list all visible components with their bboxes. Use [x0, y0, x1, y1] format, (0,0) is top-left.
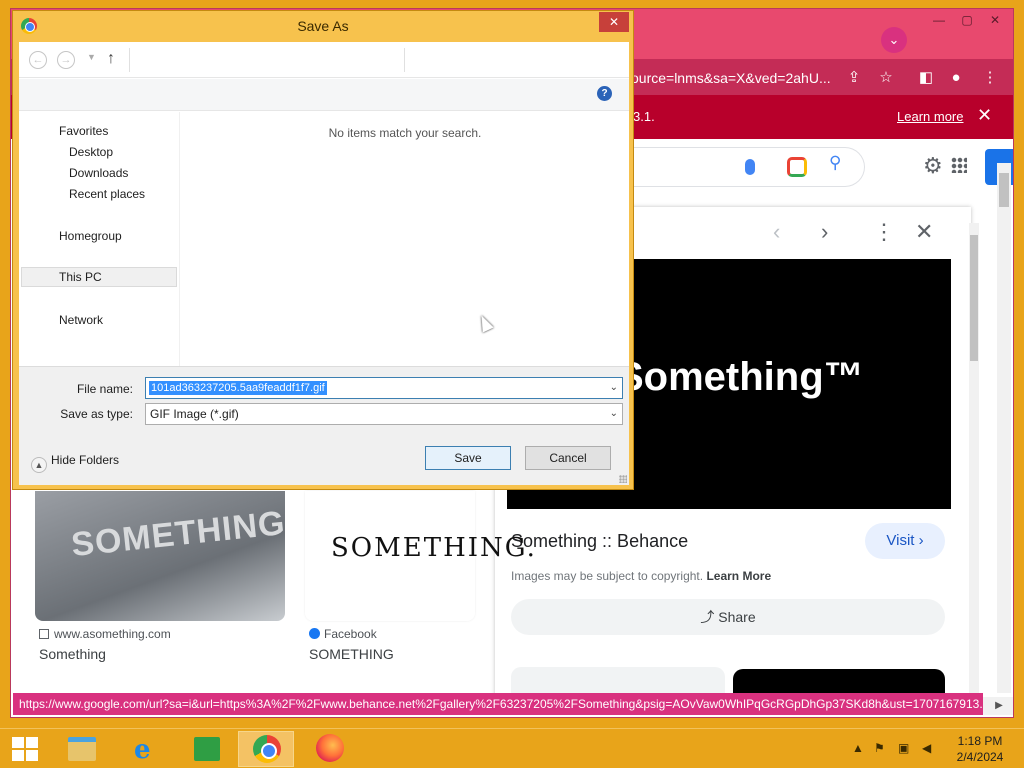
copyright-notice: Images may be subject to copyright. Lear… — [511, 569, 772, 583]
nav-favorites[interactable]: Favorites — [59, 124, 108, 138]
help-icon[interactable]: ? — [597, 86, 612, 101]
result-image[interactable]: SOMETHING — [35, 491, 285, 621]
taskbar: e ▲ ⚑ ▣ ◀ 1:18 PM 2/4/2024 — [0, 728, 1024, 768]
clock-date: 2/4/2024 — [956, 750, 1004, 764]
command-bar: ? — [19, 79, 629, 111]
result-title[interactable]: Something — [39, 646, 106, 662]
address-bar[interactable] — [129, 48, 405, 72]
more-options-icon[interactable]: ⋮ — [873, 219, 895, 245]
share-page-icon[interactable]: ⇪ — [843, 67, 865, 89]
back-icon[interactable]: ← — [29, 51, 47, 69]
network-icon[interactable]: ▣ — [898, 741, 909, 755]
horizontal-scroll-arrow[interactable]: ▶ — [983, 697, 1013, 715]
start-button[interactable] — [12, 737, 38, 761]
lens-icon[interactable] — [787, 157, 807, 177]
result-image[interactable]: SOMETHING. — [305, 491, 535, 621]
nav-network[interactable]: Network — [59, 313, 103, 327]
profile-menu-icon[interactable]: ⌄ — [881, 27, 907, 53]
search-icon[interactable]: ⚲ — [829, 153, 841, 173]
up-arrow-icon[interactable]: ↑ — [107, 50, 115, 68]
save-as-dialog: Save As ✕ ← → ▼ ↑ ? Favorites Desktop Do… — [12, 10, 634, 490]
flag-icon[interactable]: ⚑ — [874, 741, 885, 755]
maximize-button[interactable]: ▢ — [953, 11, 981, 29]
share-button[interactable]: ⤴ Share — [511, 599, 945, 635]
dialog-title: Save As — [297, 18, 349, 34]
clock-time: 1:18 PM — [957, 734, 1003, 748]
dialog-close-button[interactable]: ✕ — [599, 12, 629, 32]
side-panel-icon[interactable]: ◧ — [915, 67, 937, 89]
chevron-down-icon[interactable]: ⌄ — [610, 408, 618, 419]
apps-grid-icon[interactable] — [951, 157, 967, 173]
page-scrollbar[interactable] — [997, 163, 1011, 693]
save-button[interactable]: Save — [425, 446, 511, 470]
bookmark-star-icon[interactable]: ☆ — [875, 67, 897, 89]
save-type-label: Save as type: — [60, 407, 133, 421]
show-hidden-icons-icon[interactable]: ▲ — [852, 741, 864, 755]
file-name-input[interactable]: 101ad363237205.5aa9feaddf1f7.gif ⌄ — [145, 377, 623, 399]
nav-recent-places[interactable]: Recent places — [69, 187, 145, 201]
learn-more-link[interactable]: Learn More — [706, 569, 771, 583]
dialog-navigation-bar: ← → ▼ ↑ — [19, 42, 629, 78]
omnibox[interactable]: ource=lnms&sa=X&ved=2ahU... — [631, 65, 871, 91]
banner-text: 3.1. — [633, 109, 655, 124]
store-icon[interactable] — [178, 731, 234, 767]
file-name-value: 101ad363237205.5aa9feaddf1f7.gif — [149, 381, 327, 395]
hide-folders-button[interactable]: ▲ Hide Folders — [31, 453, 119, 473]
nav-desktop[interactable]: Desktop — [69, 145, 113, 159]
gear-icon[interactable]: ⚙ — [923, 153, 943, 179]
close-window-button[interactable]: ✕ — [981, 11, 1009, 29]
chrome-taskbar-icon[interactable] — [238, 731, 294, 767]
learn-more-link[interactable]: Learn more — [897, 109, 963, 124]
nav-downloads[interactable]: Downloads — [69, 166, 128, 180]
site-icon — [39, 629, 49, 639]
previous-icon[interactable]: ‹ — [773, 219, 780, 245]
close-icon[interactable]: ✕ — [915, 219, 933, 245]
preview-title[interactable]: Something :: Behance — [511, 531, 688, 552]
facebook-icon — [309, 628, 320, 639]
chevron-down-icon[interactable]: ⌄ — [610, 382, 618, 393]
minimize-button[interactable]: — — [925, 11, 953, 29]
file-name-label: File name: — [76, 382, 133, 396]
save-type-select[interactable]: GIF Image (*.gif) ⌄ — [145, 403, 623, 425]
navigation-pane: Favorites Desktop Downloads Recent place… — [19, 112, 179, 366]
preview-scrollbar[interactable] — [969, 223, 979, 703]
menu-icon[interactable]: ⋮ — [979, 67, 1001, 89]
nav-homegroup[interactable]: Homegroup — [59, 229, 122, 243]
next-icon[interactable]: › — [821, 219, 828, 245]
result-source[interactable]: www.asomething.com — [39, 627, 171, 641]
visit-button[interactable]: Visit › — [865, 523, 945, 559]
dialog-body: ← → ▼ ↑ ? Favorites Desktop Downloads Re… — [19, 42, 629, 485]
chevron-up-icon: ▲ — [31, 457, 47, 473]
recent-locations-icon[interactable]: ▼ — [87, 52, 96, 62]
file-list[interactable]: No items match your search. — [179, 112, 629, 366]
volume-icon[interactable]: ◀ — [922, 741, 931, 755]
file-explorer-icon[interactable] — [52, 731, 108, 767]
empty-message: No items match your search. — [328, 126, 482, 140]
account-icon[interactable]: ● — [945, 67, 967, 89]
result-title[interactable]: SOMETHING — [309, 646, 394, 662]
result-source[interactable]: Facebook — [309, 627, 377, 641]
resize-grip[interactable] — [619, 475, 627, 483]
internet-explorer-icon[interactable]: e — [116, 731, 172, 767]
microphone-icon[interactable] — [745, 159, 755, 175]
cancel-button[interactable]: Cancel — [525, 446, 611, 470]
nav-this-pc[interactable]: This PC — [21, 267, 177, 287]
firefox-icon[interactable] — [302, 731, 358, 767]
forward-icon[interactable]: → — [57, 51, 75, 69]
status-url: https://www.google.com/url?sa=i&url=http… — [13, 693, 983, 715]
search-input[interactable] — [611, 147, 865, 187]
system-clock[interactable]: 1:18 PM 2/4/2024 — [950, 733, 1010, 765]
close-icon[interactable]: ✕ — [977, 105, 992, 126]
save-options: File name: 101ad363237205.5aa9feaddf1f7.… — [19, 366, 629, 485]
